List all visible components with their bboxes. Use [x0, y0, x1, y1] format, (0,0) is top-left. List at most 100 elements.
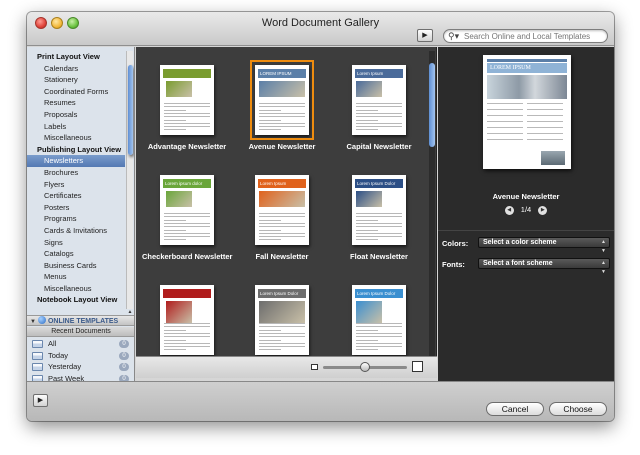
preview-text-line: [487, 109, 523, 110]
template-text-line: [164, 329, 186, 331]
sidebar-section-heading[interactable]: Print Layout View: [27, 51, 125, 63]
sidebar-item-proposals[interactable]: Proposals: [27, 109, 125, 121]
sidebar-item-brochures[interactable]: Brochures: [27, 167, 125, 179]
sidebar-item-miscellaneous[interactable]: Miscellaneous: [27, 132, 125, 144]
preview-pager: ◀ 1/4 ▶: [438, 205, 614, 215]
recent-item-all[interactable]: All 0: [27, 338, 134, 350]
template-text-line: [356, 342, 402, 344]
sidebar-scroll-thumb[interactable]: [128, 65, 133, 155]
disclosure-triangle-icon: ▼: [30, 319, 36, 325]
sidebar-item-signs[interactable]: Signs: [27, 237, 125, 249]
template-thumbnail[interactable]: Lorem Ipsum Dolor: [352, 175, 406, 245]
previous-page-button[interactable]: ◀: [504, 205, 514, 215]
recent-documents-list: All0Today0Yesterday0Past Week0Past Month…: [27, 338, 134, 381]
sidebar-item-coordinated-forms[interactable]: Coordinated Forms: [27, 86, 125, 98]
thumbnail-size-slider-knob[interactable]: [360, 362, 370, 372]
template-name-label[interactable]: Fall Newsletter: [237, 252, 327, 261]
recent-count-badge: 0: [119, 363, 129, 372]
template-text-line: [164, 332, 210, 334]
template-name-label[interactable]: Avenue Newsletter: [237, 142, 327, 151]
template-text-line: [259, 226, 305, 228]
template-thumbnail[interactable]: Lorem Ipsum: [352, 65, 406, 135]
template-name-label[interactable]: Float Newsletter: [334, 252, 424, 261]
template-text-line: [356, 323, 402, 324]
sidebar-item-calendars[interactable]: Calendars: [27, 63, 125, 75]
template-text-line: [356, 339, 378, 341]
search-input[interactable]: [464, 31, 604, 42]
template-name-label[interactable]: Advantage Newsletter: [142, 142, 232, 151]
template-text-line: [356, 126, 402, 128]
fonts-label: Fonts:: [442, 260, 465, 269]
recent-item-label: Past Week: [48, 373, 85, 381]
template-masthead: [163, 289, 211, 298]
sidebar-item-business-cards[interactable]: Business Cards: [27, 260, 125, 272]
template-text-line: [356, 349, 378, 351]
template-thumbnail[interactable]: [160, 65, 214, 135]
template-text-line: [259, 236, 305, 238]
gallery-scroll-thumb[interactable]: [429, 63, 435, 147]
template-text-line: [259, 109, 281, 111]
template-text-line: [356, 216, 402, 218]
sidebar-item-flyers[interactable]: Flyers: [27, 179, 125, 191]
open-file-button[interactable]: ▶: [33, 394, 48, 407]
template-text-line: [164, 122, 210, 124]
template-text-line: [164, 323, 210, 324]
sidebar-item-menus[interactable]: Menus: [27, 271, 125, 283]
sidebar-item-programs[interactable]: Programs: [27, 213, 125, 225]
sidebar-item-stationery[interactable]: Stationery: [27, 74, 125, 86]
template-text-line: [356, 326, 402, 328]
template-thumbnail[interactable]: [160, 285, 214, 355]
recent-item-label: Yesterday: [48, 362, 82, 372]
next-page-button[interactable]: ▶: [538, 205, 548, 215]
large-thumbnail-icon: [412, 361, 423, 372]
sidebar-item-newsletters[interactable]: Newsletters: [27, 155, 125, 167]
sidebar-item-cards-invitations[interactable]: Cards & Invitations: [27, 225, 125, 237]
template-name-label[interactable]: Checkerboard Newsletter: [142, 252, 232, 261]
font-scheme-select[interactable]: Select a font scheme ▲ ▼: [478, 258, 610, 275]
sidebar-scrollbar[interactable]: [126, 51, 133, 309]
template-masthead: Lorem Ipsum Dolor: [355, 179, 403, 188]
template-text-line: [259, 103, 305, 104]
bottom-bar: ▶ Cancel Choose: [27, 381, 614, 421]
sidebar-item-miscellaneous[interactable]: Miscellaneous: [27, 283, 125, 295]
toggle-view-button[interactable]: ▶: [417, 29, 433, 42]
thumbnail-size-bar: [136, 356, 437, 378]
play-icon: ▶: [37, 397, 44, 404]
template-text-line: [356, 106, 402, 108]
template-text-line: [259, 323, 305, 324]
sidebar-section-heading[interactable]: Publishing Layout View: [27, 144, 125, 156]
template-thumbnail[interactable]: LOREM IPSUM: [250, 60, 314, 140]
template-text-line: [164, 229, 186, 231]
template-text-line: [356, 116, 402, 118]
recent-item-yesterday[interactable]: Yesterday 0: [27, 361, 134, 373]
gallery-scrollbar[interactable]: [429, 51, 435, 369]
template-gallery: Advantage Newsletter LOREM IPSUM Avenue Ne…: [136, 47, 437, 378]
template-text-line: [356, 129, 378, 131]
template-name-label[interactable]: Capital Newsletter: [334, 142, 424, 151]
template-text-line: [259, 239, 281, 241]
template-thumbnail[interactable]: Lorem Ipsum Dolor: [255, 285, 309, 355]
template-thumbnail[interactable]: Lorem Ipsum Dolor: [352, 285, 406, 355]
template-text-line: [259, 232, 305, 234]
template-thumbnail[interactable]: Lorem ipsum dolor: [160, 175, 214, 245]
color-scheme-select[interactable]: Select a color scheme ▲ ▼: [478, 237, 610, 254]
online-templates-header[interactable]: ▼ ONLINE TEMPLATES: [27, 315, 134, 326]
sidebar-item-resumes[interactable]: Resumes: [27, 97, 125, 109]
template-text-line: [164, 112, 210, 114]
sidebar-item-labels[interactable]: Labels: [27, 121, 125, 133]
template-thumbnail[interactable]: Lorem Ipsum: [255, 175, 309, 245]
template-text-line: [164, 239, 186, 241]
cancel-button[interactable]: Cancel: [486, 402, 544, 416]
recent-item-past-week[interactable]: Past Week 0: [27, 373, 134, 381]
sidebar-item-posters[interactable]: Posters: [27, 202, 125, 214]
sidebar-item-certificates[interactable]: Certificates: [27, 190, 125, 202]
recent-item-today[interactable]: Today 0: [27, 350, 134, 362]
recent-count-badge: 0: [119, 340, 129, 348]
search-field[interactable]: ⚲▾: [443, 29, 608, 43]
preview-thumbnail: LOREM IPSUM: [483, 55, 571, 169]
sidebar-section-heading[interactable]: Notebook Layout View: [27, 294, 125, 306]
template-text-line: [259, 342, 305, 344]
sidebar-item-catalogs[interactable]: Catalogs: [27, 248, 125, 260]
choose-button[interactable]: Choose: [549, 402, 607, 416]
preview-text-line: [527, 109, 563, 110]
